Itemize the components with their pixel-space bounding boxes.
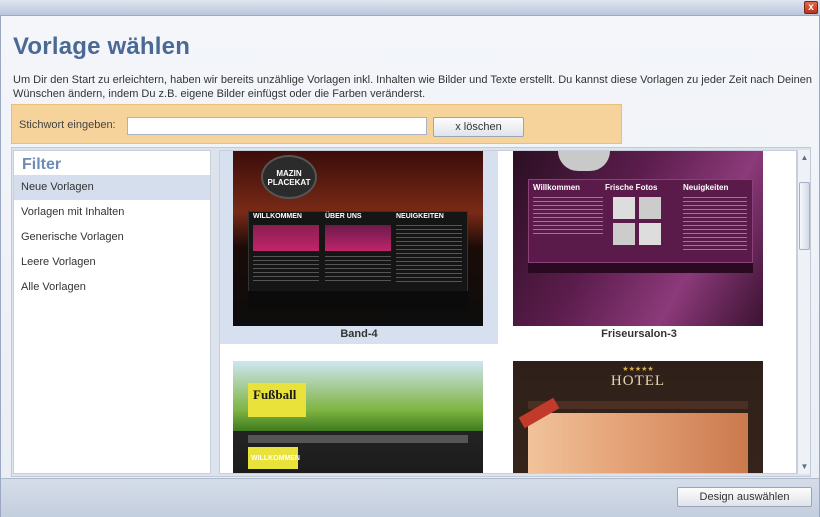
clear-search-button[interactable]: x löschen xyxy=(433,117,524,137)
thumb-section-3: Neuigkeiten xyxy=(683,183,729,192)
thumb-photo xyxy=(639,223,661,245)
scroll-down-arrow-icon[interactable]: ▼ xyxy=(799,461,810,472)
thumb-image xyxy=(325,225,391,251)
dialog-title: Vorlage wählen xyxy=(13,33,191,60)
content-area: Filter Neue Vorlagen Vorlagen mit Inhalt… xyxy=(11,147,811,477)
template-tile-band-4[interactable]: MAZIN PLACEKAT WILLKOMMEN ÜBER UNS NEUIG… xyxy=(220,151,498,344)
thumb-section-1: WILLKOMMEN xyxy=(251,455,300,462)
filter-item-generische-vorlagen[interactable]: Generische Vorlagen xyxy=(14,225,210,250)
filter-list: Neue Vorlagen Vorlagen mit Inhalten Gene… xyxy=(14,175,210,300)
thumb-text-lines xyxy=(533,197,603,237)
filter-title: Filter xyxy=(22,156,62,173)
scroll-up-arrow-icon[interactable]: ▲ xyxy=(799,152,810,163)
thumb-section-2: Frische Fotos xyxy=(605,183,658,192)
filter-item-vorlagen-mit-inhalten[interactable]: Vorlagen mit Inhalten xyxy=(14,200,210,225)
thumb-section-1: WILLKOMMEN xyxy=(253,213,302,220)
logo-shape xyxy=(558,151,610,171)
thumb-headline: HOTEL xyxy=(610,373,666,389)
thumb-nav xyxy=(528,401,748,409)
dialog-footer: Design auswählen xyxy=(1,478,819,517)
thumb-photo xyxy=(613,223,635,245)
thumb-photo xyxy=(613,197,635,219)
thumb-photo xyxy=(639,197,661,219)
thumb-image xyxy=(253,225,319,251)
select-design-button[interactable]: Design auswählen xyxy=(677,487,812,507)
window-titlebar: x xyxy=(0,0,820,16)
thumb-text-lines xyxy=(396,225,462,284)
thumb-hero-image xyxy=(528,413,748,473)
thumb-headline: Fußball xyxy=(253,387,297,402)
thumb-text-lines xyxy=(325,256,391,284)
template-tile-friseursalon-3[interactable]: Willkommen Frische Fotos Neuigkeiten Fri… xyxy=(500,151,778,344)
scroll-thumb[interactable] xyxy=(799,182,810,250)
close-button[interactable]: x xyxy=(804,1,818,14)
thumb-section-3: NEUIGKEITEN xyxy=(396,213,444,220)
template-thumbnail: Fußball WILLKOMMEN xyxy=(233,361,483,473)
vertical-scrollbar[interactable]: ▲ ▼ xyxy=(797,150,810,474)
template-dialog: Vorlage wählen Um Dir den Start zu erlei… xyxy=(0,16,820,517)
filter-item-neue-vorlagen[interactable]: Neue Vorlagen xyxy=(14,175,210,200)
filter-item-alle-vorlagen[interactable]: Alle Vorlagen xyxy=(14,275,210,300)
filter-panel: Filter Neue Vorlagen Vorlagen mit Inhalt… xyxy=(13,150,211,474)
thumb-stars: ★★★★★ xyxy=(622,366,654,373)
thumb-footer xyxy=(248,291,468,311)
thumb-badge-text: MAZIN PLACEKAT xyxy=(267,169,311,187)
thumb-section-2: ÜBER UNS xyxy=(325,213,362,220)
thumb-nav xyxy=(248,435,468,443)
search-label: Stichwort eingeben: xyxy=(19,119,116,131)
thumb-footer xyxy=(528,263,753,273)
template-tile-fussball[interactable]: Fußball WILLKOMMEN xyxy=(220,361,498,473)
thumb-text-lines xyxy=(253,256,319,284)
template-thumbnail: MAZIN PLACEKAT WILLKOMMEN ÜBER UNS NEUIG… xyxy=(233,151,483,326)
template-tile-hotel[interactable]: ★★★★★ HOTEL xyxy=(500,361,778,473)
template-label: Friseursalon-3 xyxy=(601,328,677,340)
dialog-description: Um Dir den Start zu erleichtern, haben w… xyxy=(13,74,812,100)
search-input[interactable] xyxy=(127,117,427,135)
template-thumbnail: Willkommen Frische Fotos Neuigkeiten xyxy=(513,151,763,326)
thumb-text-lines xyxy=(683,197,747,253)
thumb-section-1: Willkommen xyxy=(533,183,581,192)
template-grid: MAZIN PLACEKAT WILLKOMMEN ÜBER UNS NEUIG… xyxy=(219,150,797,474)
template-label: Band-4 xyxy=(340,328,378,340)
search-bar: Stichwort eingeben: x löschen xyxy=(11,104,622,144)
filter-item-leere-vorlagen[interactable]: Leere Vorlagen xyxy=(14,250,210,275)
template-thumbnail: ★★★★★ HOTEL xyxy=(513,361,763,473)
